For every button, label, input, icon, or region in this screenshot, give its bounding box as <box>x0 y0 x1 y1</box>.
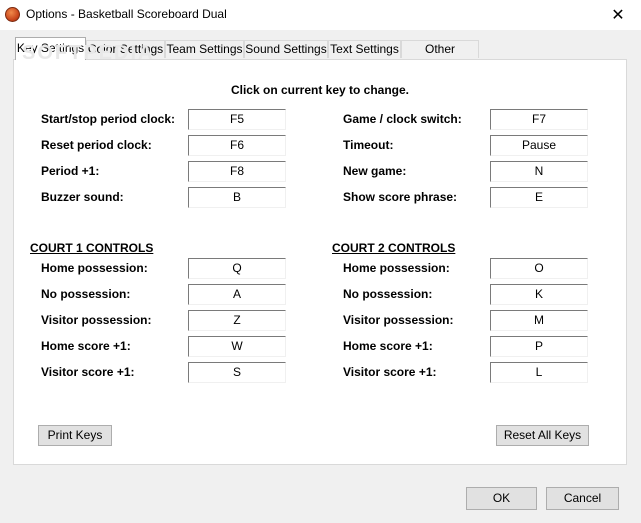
game-clock-switch-key[interactable]: F7 <box>490 109 588 130</box>
new-game-key[interactable]: N <box>490 161 588 182</box>
timeout-key[interactable]: Pause <box>490 135 588 156</box>
basketball-icon <box>5 7 20 22</box>
tab-team-settings[interactable]: Team Settings <box>165 40 244 58</box>
court2-visitor-possession-label: Visitor possession: <box>343 313 454 327</box>
court1-visitor-possession-label: Visitor possession: <box>41 313 152 327</box>
start-stop-clock-label: Start/stop period clock: <box>41 112 176 126</box>
court2-heading: COURT 2 CONTROLS <box>332 241 456 255</box>
start-stop-clock-key[interactable]: F5 <box>188 109 286 130</box>
tab-sound-settings[interactable]: Sound Settings <box>244 40 328 58</box>
court1-visitor-score-label: Visitor score +1: <box>41 365 135 379</box>
court2-no-possession-key[interactable]: K <box>490 284 588 305</box>
tab-key-settings[interactable]: Key Settings <box>15 37 86 60</box>
game-clock-switch-label: Game / clock switch: <box>343 112 462 126</box>
court2-visitor-possession-key[interactable]: M <box>490 310 588 331</box>
title-bar: Options - Basketball Scoreboard Dual ✕ <box>0 0 641 30</box>
ok-button[interactable]: OK <box>466 487 537 510</box>
close-button[interactable]: ✕ <box>595 0 641 30</box>
buzzer-sound-label: Buzzer sound: <box>41 190 124 204</box>
court2-no-possession-label: No possession: <box>343 287 433 301</box>
period-plus-key[interactable]: F8 <box>188 161 286 182</box>
court1-no-possession-key[interactable]: A <box>188 284 286 305</box>
window-title: Options - Basketball Scoreboard Dual <box>26 7 227 21</box>
court1-heading: COURT 1 CONTROLS <box>30 241 154 255</box>
court2-home-possession-key[interactable]: O <box>490 258 588 279</box>
reset-clock-label: Reset period clock: <box>41 138 152 152</box>
reset-all-keys-button[interactable]: Reset All Keys <box>496 425 589 446</box>
court1-home-possession-label: Home possession: <box>41 261 148 275</box>
reset-clock-key[interactable]: F6 <box>188 135 286 156</box>
court1-visitor-score-key[interactable]: S <box>188 362 286 383</box>
court1-visitor-possession-key[interactable]: Z <box>188 310 286 331</box>
court1-home-possession-key[interactable]: Q <box>188 258 286 279</box>
court2-visitor-score-key[interactable]: L <box>490 362 588 383</box>
court2-home-score-label: Home score +1: <box>343 339 433 353</box>
court2-home-possession-label: Home possession: <box>343 261 450 275</box>
court1-no-possession-label: No possession: <box>41 287 131 301</box>
court2-home-score-key[interactable]: P <box>490 336 588 357</box>
tab-other-settings[interactable]: Other Settings <box>401 40 479 73</box>
buzzer-sound-key[interactable]: B <box>188 187 286 208</box>
court1-home-score-label: Home score +1: <box>41 339 131 353</box>
new-game-label: New game: <box>343 164 407 178</box>
period-plus-label: Period +1: <box>41 164 100 178</box>
timeout-label: Timeout: <box>343 138 394 152</box>
instruction-text: Click on current key to change. <box>230 83 410 97</box>
print-keys-button[interactable]: Print Keys <box>38 425 112 446</box>
show-score-phrase-label: Show score phrase: <box>343 190 458 204</box>
court1-home-score-key[interactable]: W <box>188 336 286 357</box>
cancel-button[interactable]: Cancel <box>546 487 619 510</box>
key-settings-panel: Click on current key to change. Start/st… <box>13 59 627 465</box>
tab-color-settings[interactable]: Color Settings <box>86 40 165 58</box>
tab-text-settings[interactable]: Text Settings <box>328 40 401 58</box>
show-score-phrase-key[interactable]: E <box>490 187 588 208</box>
court2-visitor-score-label: Visitor score +1: <box>343 365 437 379</box>
